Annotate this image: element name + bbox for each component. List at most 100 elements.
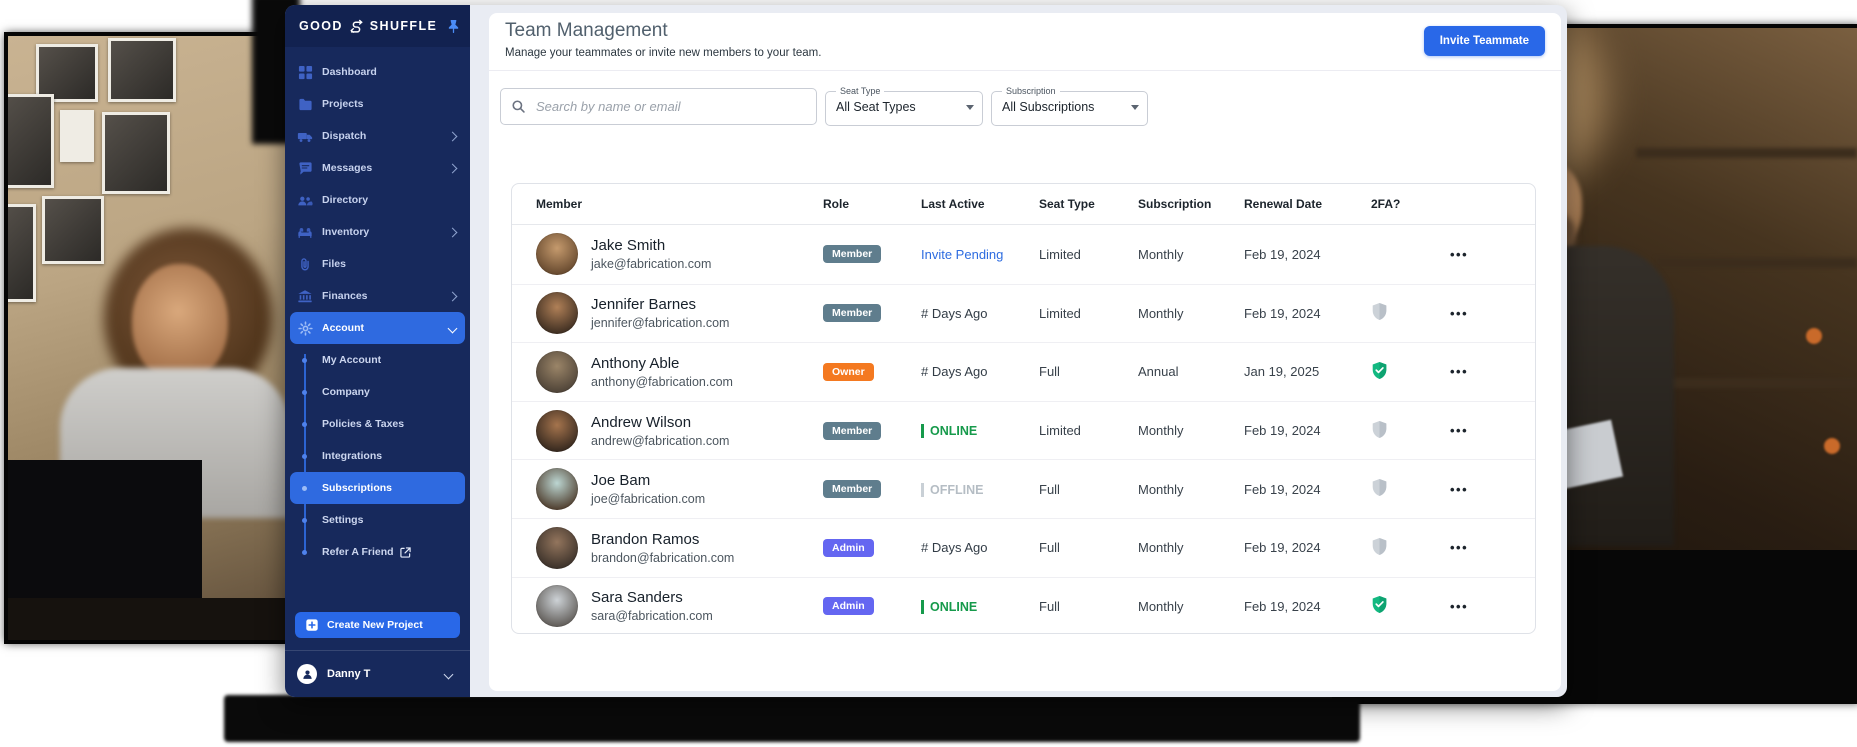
create-new-project-button[interactable]: Create New Project <box>295 612 460 638</box>
sidebar-item-files[interactable]: Files <box>285 248 470 280</box>
table-row-jennifer-barnes[interactable]: Jennifer Barnes jennifer@fabrication.com… <box>512 284 1535 343</box>
member-email: andrew@fabrication.com <box>591 434 729 448</box>
twofa-shield-icon <box>1371 302 1388 321</box>
chevron-down-icon <box>448 323 458 333</box>
page-header: Team Management Manage your teammates or… <box>489 13 1561 71</box>
sidebar-item-account[interactable]: Account <box>290 312 465 344</box>
wall-photo <box>42 196 104 264</box>
page-title: Team Management <box>505 20 668 42</box>
renewal-date-value: Feb 19, 2024 <box>1244 482 1371 497</box>
renewal-date-value: Feb 19, 2024 <box>1244 423 1371 438</box>
member-avatar <box>536 527 578 569</box>
role-badge: Member <box>823 304 881 322</box>
member-email: anthony@fabrication.com <box>591 375 733 389</box>
subscription-value: Annual <box>1138 364 1244 379</box>
sidebar-item-messages[interactable]: Messages <box>285 152 470 184</box>
sidebar-item-dashboard[interactable]: Dashboard <box>285 56 470 88</box>
sidebar-item-finances[interactable]: Finances <box>285 280 470 312</box>
last-active-status[interactable]: Invite Pending <box>921 247 1003 262</box>
sidebar-item-projects[interactable]: Projects <box>285 88 470 120</box>
row-actions-button[interactable]: ••• <box>1450 540 1468 555</box>
search-box <box>500 88 817 125</box>
sidebar: GOOD SHUFFLE <box>285 5 470 697</box>
sidebar-subitem-my-account[interactable]: My Account <box>285 344 470 376</box>
sidebar-subitem-company[interactable]: Company <box>285 376 470 408</box>
screenshot-canvas: GOOD SHUFFLE <box>0 0 1857 747</box>
seat-type-select[interactable]: Seat Type All Seat Types <box>825 86 983 126</box>
table-row-jake-smith[interactable]: Jake Smith jake@fabrication.com Member I… <box>512 225 1535 284</box>
member-email: jake@fabrication.com <box>591 257 711 271</box>
member-avatar <box>536 292 578 334</box>
table-row-brandon-ramos[interactable]: Brandon Ramos brandon@fabrication.com Ad… <box>512 518 1535 577</box>
col-renewal-date: Renewal Date <box>1244 197 1371 211</box>
sidebar-subitem-subscriptions[interactable]: Subscriptions <box>290 472 465 504</box>
subscription-value: Monthly <box>1138 599 1244 614</box>
subscription-value: Monthly <box>1138 540 1244 555</box>
wall-photo <box>102 112 170 194</box>
table-row-andrew-wilson[interactable]: Andrew Wilson andrew@fabrication.com Mem… <box>512 401 1535 460</box>
external-link-icon <box>400 547 411 558</box>
twofa-shield-icon <box>1371 478 1388 497</box>
sidebar-item-dispatch[interactable]: Dispatch <box>285 120 470 152</box>
team-table: Member Role Last Active Seat Type Subscr… <box>511 183 1536 634</box>
pin-icon[interactable] <box>447 19 460 34</box>
account-subnav: My Account Company Policies & Taxes Inte… <box>285 344 470 568</box>
renewal-date-value: Feb 19, 2024 <box>1244 247 1371 262</box>
user-name: Danny T <box>327 668 370 680</box>
bullet-dot-icon <box>302 390 307 395</box>
chevron-down-icon <box>966 105 974 110</box>
invite-teammate-button[interactable]: Invite Teammate <box>1424 26 1545 56</box>
sidebar-subitem-policies-taxes[interactable]: Policies & Taxes <box>285 408 470 440</box>
sidebar-subitem-settings[interactable]: Settings <box>285 504 470 536</box>
goodshuffle-logo: GOOD SHUFFLE <box>299 18 437 35</box>
sidebar-item-inventory[interactable]: Inventory <box>285 216 470 248</box>
member-avatar <box>536 410 578 452</box>
wall-photo <box>8 94 54 188</box>
member-name: Andrew Wilson <box>591 414 729 431</box>
member-avatar <box>536 233 578 275</box>
table-row-joe-bam[interactable]: Joe Bam joe@fabrication.com Member OFFLI… <box>512 459 1535 518</box>
col-subscription: Subscription <box>1138 197 1244 211</box>
row-actions-button[interactable]: ••• <box>1450 423 1468 438</box>
member-name: Sara Sanders <box>591 589 713 606</box>
twofa-shield-icon <box>1371 537 1388 556</box>
subscription-select[interactable]: Subscription All Subscriptions <box>991 86 1148 126</box>
sidebar-subitem-refer-a-friend[interactable]: Refer A Friend <box>285 536 470 568</box>
sidebar-item-directory[interactable]: Directory <box>285 184 470 216</box>
page-subtitle: Manage your teammates or invite new memb… <box>505 47 821 59</box>
bullet-dot-icon <box>302 358 307 363</box>
sidebar-item-label: Dispatch <box>322 130 366 142</box>
sidebar-subitem-label: Policies & Taxes <box>322 418 404 430</box>
user-avatar-icon <box>297 664 317 684</box>
bank-icon <box>297 288 313 304</box>
sidebar-subitem-label: Company <box>322 386 370 398</box>
bullet-dot-icon <box>302 486 307 491</box>
row-actions-button[interactable]: ••• <box>1450 482 1468 497</box>
torn-paper-shadow <box>224 695 1360 742</box>
seat-type-value: Limited <box>1039 306 1138 321</box>
row-actions-button[interactable]: ••• <box>1450 364 1468 379</box>
sidebar-item-label: Directory <box>322 194 368 206</box>
table-row-sara-sanders[interactable]: Sara Sanders sara@fabrication.com Admin … <box>512 577 1535 634</box>
row-actions-button[interactable]: ••• <box>1450 306 1468 321</box>
member-avatar <box>536 351 578 393</box>
bullet-dot-icon <box>302 454 307 459</box>
member-name: Brandon Ramos <box>591 531 734 548</box>
twofa-shield-icon <box>1371 595 1388 614</box>
user-menu[interactable]: Danny T <box>285 650 470 697</box>
subscription-value: Monthly <box>1138 423 1244 438</box>
subscription-value: Monthly <box>1138 306 1244 321</box>
sidebar-subitem-label: My Account <box>322 354 381 366</box>
table-row-anthony-able[interactable]: Anthony Able anthony@fabrication.com Own… <box>512 342 1535 401</box>
search-icon <box>511 99 526 114</box>
row-actions-button[interactable]: ••• <box>1450 599 1468 614</box>
renewal-date-value: Feb 19, 2024 <box>1244 599 1371 614</box>
search-input[interactable] <box>534 98 806 115</box>
row-actions-button[interactable]: ••• <box>1450 247 1468 262</box>
bullet-dot-icon <box>302 422 307 427</box>
last-active-status: ONLINE <box>921 424 977 438</box>
role-badge: Owner <box>823 363 874 381</box>
member-avatar <box>536 468 578 510</box>
chevron-right-icon <box>448 163 458 173</box>
sidebar-subitem-integrations[interactable]: Integrations <box>285 440 470 472</box>
